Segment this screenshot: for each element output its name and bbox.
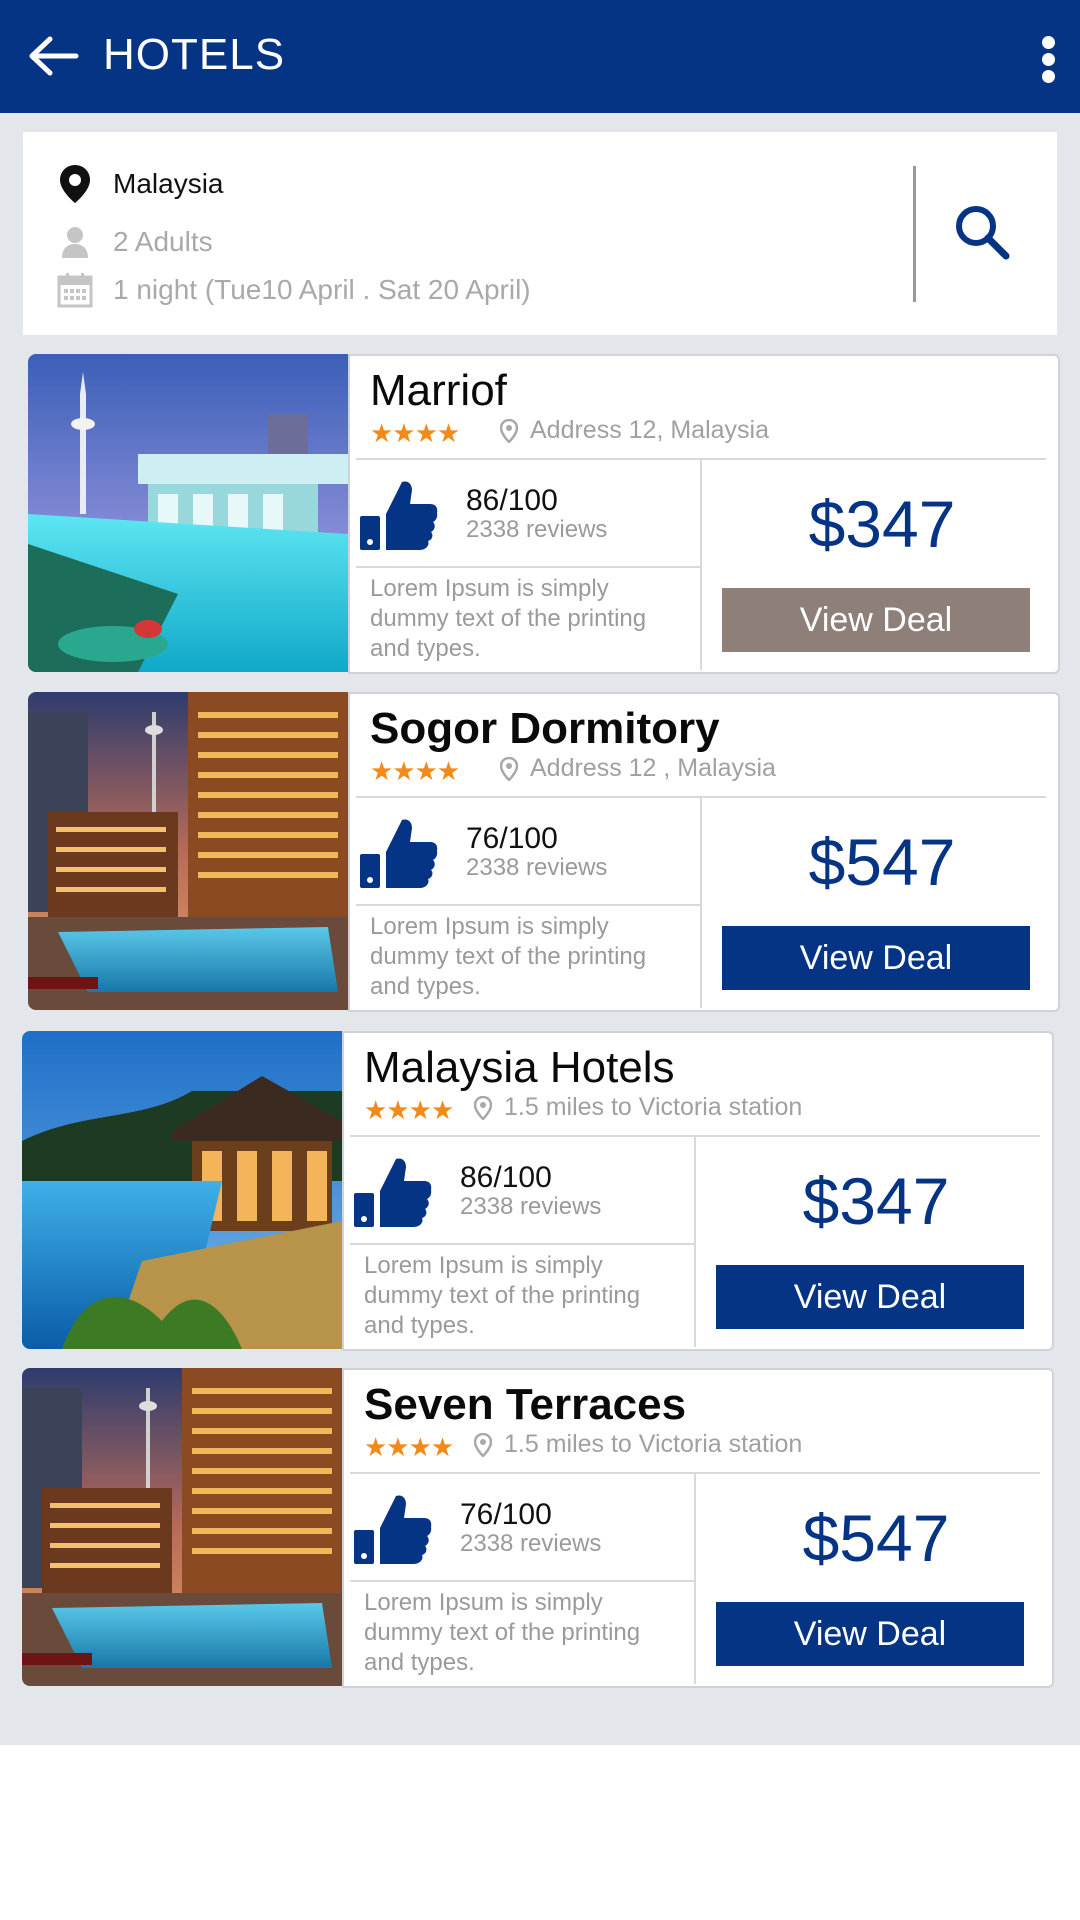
hotel-name: Marriof bbox=[370, 366, 507, 415]
hotel-price: $347 bbox=[802, 1164, 950, 1238]
guests-text: 2 Adults bbox=[113, 226, 213, 257]
location-row[interactable]: Malaysia bbox=[57, 164, 223, 204]
hotel-price: $547 bbox=[802, 1501, 950, 1575]
divider bbox=[356, 566, 700, 568]
hotel-photo bbox=[28, 354, 348, 672]
hotel-photo bbox=[22, 1031, 342, 1349]
hotel-address: 1.5 miles to Victoria station bbox=[474, 1093, 802, 1122]
star-rating: ★★★★ bbox=[364, 1095, 454, 1125]
divider bbox=[700, 460, 702, 670]
dates-row[interactable]: 1 night (Tue10 April . Sat 20 April) bbox=[57, 270, 531, 310]
thumbs-up-icon bbox=[360, 819, 438, 888]
person-icon bbox=[57, 222, 93, 262]
hotel-info-panel: Marriof ★★★★ Address 12, Malaysia 86/100… bbox=[348, 354, 1060, 674]
hotel-address-text: Address 12, Malaysia bbox=[530, 416, 770, 444]
hotel-price: $547 bbox=[808, 825, 956, 899]
hotel-description: Lorem Ipsum is simply dummy text of the … bbox=[364, 1252, 641, 1339]
hotel-score: 86/100 bbox=[466, 484, 558, 517]
dates-text: 1 night (Tue10 April . Sat 20 April) bbox=[113, 274, 531, 305]
more-vertical-icon[interactable] bbox=[1040, 36, 1056, 84]
thumbs-up-icon bbox=[360, 481, 438, 550]
hotel-info-panel: Sogor Dormitory ★★★★ Address 12 , Malays… bbox=[348, 692, 1060, 1012]
hotel-address-text: 1.5 miles to Victoria station bbox=[504, 1430, 803, 1458]
bottom-area bbox=[0, 1745, 1080, 1920]
arrow-left-icon[interactable] bbox=[28, 34, 80, 78]
location-pin-icon bbox=[500, 418, 518, 443]
hotel-name: Malaysia Hotels bbox=[364, 1043, 675, 1092]
location-pin-icon bbox=[57, 164, 93, 204]
hotel-price: $347 bbox=[808, 487, 956, 561]
star-rating: ★★★★ bbox=[364, 1432, 454, 1462]
divider bbox=[350, 1243, 694, 1245]
thumbs-up-icon bbox=[354, 1158, 432, 1227]
review-count: 2338 reviews bbox=[466, 854, 608, 881]
hotel-info-panel: Seven Terraces ★★★★ 1.5 miles to Victori… bbox=[342, 1368, 1054, 1688]
calendar-icon bbox=[57, 270, 93, 310]
view-deal-button[interactable]: View Deal bbox=[722, 588, 1030, 652]
hotel-address: Address 12, Malaysia bbox=[500, 416, 769, 445]
location-pin-icon bbox=[474, 1095, 492, 1120]
view-deal-button[interactable]: View Deal bbox=[716, 1265, 1024, 1329]
hotel-score: 76/100 bbox=[466, 822, 558, 855]
hotel-card[interactable]: Seven Terraces ★★★★ 1.5 miles to Victori… bbox=[22, 1368, 1054, 1688]
hotel-address-text: 1.5 miles to Victoria station bbox=[504, 1093, 803, 1121]
divider bbox=[694, 1474, 696, 1684]
hotel-score: 86/100 bbox=[460, 1161, 552, 1194]
hotel-name: Sogor Dormitory bbox=[370, 704, 720, 753]
review-count: 2338 reviews bbox=[460, 1530, 602, 1557]
divider bbox=[356, 904, 700, 906]
location-pin-icon bbox=[474, 1432, 492, 1457]
view-deal-button[interactable]: View Deal bbox=[722, 926, 1030, 990]
star-rating: ★★★★ bbox=[370, 418, 460, 448]
hotel-description: Lorem Ipsum is simply dummy text of the … bbox=[370, 575, 647, 662]
hotel-description: Lorem Ipsum is simply dummy text of the … bbox=[364, 1589, 641, 1676]
location-pin-icon bbox=[500, 756, 518, 781]
star-rating: ★★★★ bbox=[370, 756, 460, 786]
page-title: HOTELS bbox=[103, 30, 286, 79]
review-count: 2338 reviews bbox=[466, 516, 608, 543]
location-text: Malaysia bbox=[113, 168, 224, 199]
search-divider bbox=[913, 166, 916, 302]
divider bbox=[694, 1137, 696, 1347]
hotel-card[interactable]: Sogor Dormitory ★★★★ Address 12 , Malays… bbox=[28, 692, 1060, 1012]
hotel-score: 76/100 bbox=[460, 1498, 552, 1531]
view-deal-button[interactable]: View Deal bbox=[716, 1602, 1024, 1666]
hotel-address: Address 12 , Malaysia bbox=[500, 754, 776, 783]
hotel-name: Seven Terraces bbox=[364, 1380, 687, 1429]
divider bbox=[350, 1580, 694, 1582]
hotel-address: 1.5 miles to Victoria station bbox=[474, 1430, 802, 1459]
guests-row[interactable]: 2 Adults bbox=[57, 222, 213, 262]
hotel-address-text: Address 12 , Malaysia bbox=[530, 754, 776, 782]
hotel-photo bbox=[28, 692, 348, 1010]
search-icon[interactable] bbox=[950, 200, 1014, 264]
hotel-description: Lorem Ipsum is simply dummy text of the … bbox=[370, 913, 647, 1000]
hotel-photo bbox=[22, 1368, 342, 1686]
thumbs-up-icon bbox=[354, 1495, 432, 1564]
hotel-card[interactable]: Malaysia Hotels ★★★★ 1.5 miles to Victor… bbox=[22, 1031, 1054, 1351]
divider bbox=[700, 798, 702, 1008]
app-bar: HOTELS bbox=[0, 0, 1080, 113]
review-count: 2338 reviews bbox=[460, 1193, 602, 1220]
hotel-card[interactable]: Marriof ★★★★ Address 12, Malaysia 86/100… bbox=[28, 354, 1060, 674]
hotel-info-panel: Malaysia Hotels ★★★★ 1.5 miles to Victor… bbox=[342, 1031, 1054, 1351]
